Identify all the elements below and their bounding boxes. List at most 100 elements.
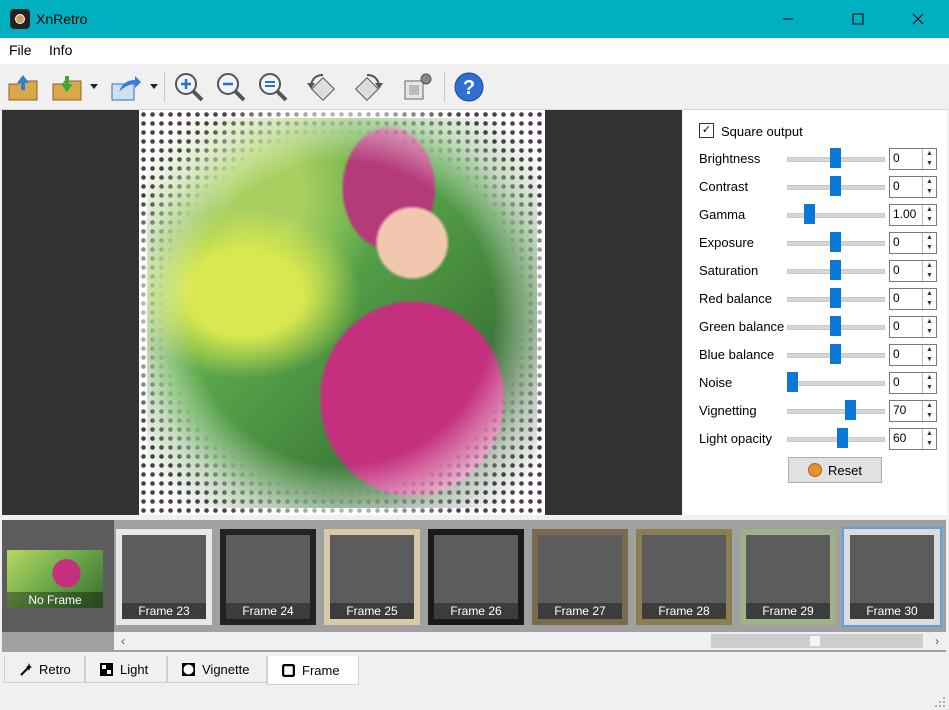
share-dropdown-icon[interactable]	[150, 84, 158, 90]
spin-up-icon[interactable]: ▲	[923, 177, 936, 187]
slider-thumb[interactable]	[845, 400, 856, 420]
frame-scrollbar[interactable]: ‹ ›	[114, 632, 946, 650]
spin-up-icon[interactable]: ▲	[923, 429, 936, 439]
rotate-left-button[interactable]	[304, 70, 338, 104]
spin-down-icon[interactable]: ▼	[923, 187, 936, 197]
spin-down-icon[interactable]: ▼	[923, 355, 936, 365]
spin-down-icon[interactable]: ▼	[923, 411, 936, 421]
menu-file[interactable]: File	[9, 42, 32, 58]
slider-thumb[interactable]	[830, 148, 841, 168]
spinbox-value[interactable]: 70	[893, 403, 906, 417]
slider-thumb[interactable]	[787, 372, 798, 392]
slider-thumb[interactable]	[830, 232, 841, 252]
spinbox-value[interactable]: 0	[893, 235, 900, 249]
zoom-in-button[interactable]	[172, 70, 206, 104]
close-button[interactable]	[895, 0, 941, 38]
zoom-out-button[interactable]	[214, 70, 248, 104]
scrollbar-thumb[interactable]	[711, 634, 923, 648]
slider-thumb[interactable]	[830, 176, 841, 196]
spin-down-icon[interactable]: ▼	[923, 271, 936, 281]
value-spinbox[interactable]: 0 ▲ ▼	[889, 316, 937, 338]
frame-option[interactable]: Frame 27	[532, 529, 628, 625]
spin-up-icon[interactable]: ▲	[923, 233, 936, 243]
frame-option[interactable]: Frame 24	[220, 529, 316, 625]
value-spinbox[interactable]: 1.00 ▲ ▼	[889, 204, 937, 226]
slider-thumb[interactable]	[830, 344, 841, 364]
tab-light[interactable]: Light	[85, 656, 167, 683]
value-spinbox[interactable]: 0 ▲ ▼	[889, 176, 937, 198]
menu-info[interactable]: Info	[49, 42, 72, 58]
menu-bar: File Info	[0, 38, 949, 64]
frame-option[interactable]: Frame 29	[740, 529, 836, 625]
spinbox-value[interactable]: 0	[893, 375, 900, 389]
reset-button[interactable]: Reset	[788, 457, 882, 483]
slider-thumb[interactable]	[830, 260, 841, 280]
spin-down-icon[interactable]: ▼	[923, 243, 936, 253]
frame-label: Frame 26	[434, 603, 518, 619]
spinbox-value[interactable]: 1.00	[893, 207, 916, 221]
spin-up-icon[interactable]: ▲	[923, 401, 936, 411]
save-dropdown-icon[interactable]	[90, 84, 98, 90]
spinbox-value[interactable]: 60	[893, 431, 906, 445]
frame-option[interactable]: Frame 28	[636, 529, 732, 625]
open-button[interactable]	[6, 70, 40, 104]
spin-down-icon[interactable]: ▼	[923, 215, 936, 225]
spin-up-icon[interactable]: ▲	[923, 149, 936, 159]
spinbox-value[interactable]: 0	[893, 291, 900, 305]
spin-up-icon[interactable]: ▲	[923, 317, 936, 327]
spin-up-icon[interactable]: ▲	[923, 345, 936, 355]
value-spinbox[interactable]: 0 ▲ ▼	[889, 372, 937, 394]
resize-grip-icon[interactable]	[934, 696, 946, 708]
scroll-left-icon[interactable]: ‹	[114, 632, 132, 650]
spinbox-value[interactable]: 0	[893, 179, 900, 193]
spin-down-icon[interactable]: ▼	[923, 439, 936, 449]
frame-option[interactable]: Frame 26	[428, 529, 524, 625]
slider-thumb[interactable]	[804, 204, 815, 224]
rotate-right-button[interactable]	[352, 70, 386, 104]
spinbox-value[interactable]: 0	[893, 151, 900, 165]
no-frame-option[interactable]: No Frame	[2, 520, 114, 632]
spin-down-icon[interactable]: ▼	[923, 327, 936, 337]
slider-thumb[interactable]	[837, 428, 848, 448]
tab-retro[interactable]: Retro	[4, 656, 85, 683]
slider-track[interactable]	[787, 381, 885, 386]
tab-frame[interactable]: Frame	[267, 656, 359, 685]
tab-vignette[interactable]: Vignette	[167, 656, 267, 683]
slider-thumb[interactable]	[830, 316, 841, 336]
value-spinbox[interactable]: 0 ▲ ▼	[889, 344, 937, 366]
slider-track[interactable]	[787, 409, 885, 414]
screenshot-button[interactable]	[400, 70, 434, 104]
save-button[interactable]	[50, 70, 84, 104]
zoom-fit-button[interactable]	[256, 70, 290, 104]
slider-thumb[interactable]	[830, 288, 841, 308]
value-spinbox[interactable]: 60 ▲ ▼	[889, 428, 937, 450]
value-spinbox[interactable]: 0 ▲ ▼	[889, 148, 937, 170]
spin-up-icon[interactable]: ▲	[923, 261, 936, 271]
image-preview[interactable]	[2, 110, 682, 515]
setting-label: Noise	[699, 375, 733, 390]
spin-up-icon[interactable]: ▲	[923, 289, 936, 299]
spin-up-icon[interactable]: ▲	[923, 373, 936, 383]
spin-up-icon[interactable]: ▲	[923, 205, 936, 215]
value-spinbox[interactable]: 70 ▲ ▼	[889, 400, 937, 422]
maximize-button[interactable]	[835, 0, 881, 38]
square-output-checkbox[interactable]: ✓	[699, 123, 714, 138]
help-button[interactable]: ?	[452, 70, 486, 104]
value-spinbox[interactable]: 0 ▲ ▼	[889, 232, 937, 254]
spin-down-icon[interactable]: ▼	[923, 383, 936, 393]
spinbox-value[interactable]: 0	[893, 319, 900, 333]
spinbox-value[interactable]: 0	[893, 263, 900, 277]
value-spinbox[interactable]: 0 ▲ ▼	[889, 288, 937, 310]
slider-track[interactable]	[787, 437, 885, 442]
frame-option[interactable]: Frame 25	[324, 529, 420, 625]
share-button[interactable]	[108, 70, 142, 104]
scroll-right-icon[interactable]: ›	[928, 632, 946, 650]
value-spinbox[interactable]: 0 ▲ ▼	[889, 260, 937, 282]
spin-down-icon[interactable]: ▼	[923, 159, 936, 169]
frame-option[interactable]: Frame 30	[842, 527, 942, 627]
spinbox-value[interactable]: 0	[893, 347, 900, 361]
minimize-button[interactable]	[765, 0, 811, 38]
spin-down-icon[interactable]: ▼	[923, 299, 936, 309]
frame-option[interactable]: Frame 23	[116, 529, 212, 625]
slider-track[interactable]	[787, 213, 885, 218]
